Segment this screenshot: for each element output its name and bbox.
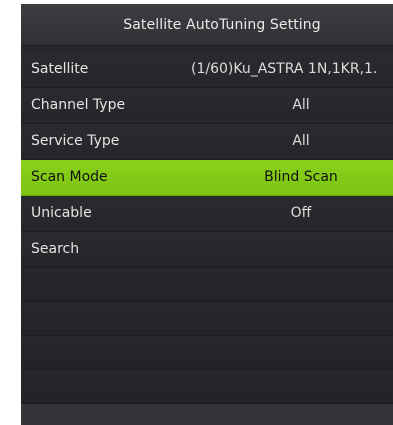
menu-item-label: Satellite bbox=[31, 61, 89, 77]
menu-item-label: Unicable bbox=[31, 205, 92, 221]
empty-row bbox=[21, 268, 393, 302]
channel-type-value: All bbox=[292, 97, 310, 113]
empty-row bbox=[21, 302, 393, 336]
settings-menu: Satellite (1/60)Ku_ASTRA 1N,1KR,1. Chann… bbox=[21, 52, 393, 404]
menu-item-channel-type[interactable]: Channel Type All bbox=[21, 88, 393, 124]
page-title: Satellite AutoTuning Setting bbox=[123, 16, 321, 33]
menu-item-scan-mode[interactable]: Scan Mode Blind Scan bbox=[21, 160, 393, 196]
menu-item-label: Service Type bbox=[31, 133, 120, 149]
service-type-value: All bbox=[292, 133, 310, 149]
title-bar: Satellite AutoTuning Setting bbox=[21, 4, 393, 46]
menu-item-unicable[interactable]: Unicable Off bbox=[21, 196, 393, 232]
menu-item-label: Search bbox=[31, 241, 80, 257]
tv-screen: Satellite AutoTuning Setting Satellite (… bbox=[21, 4, 393, 425]
tv-frame: Satellite AutoTuning Setting Satellite (… bbox=[0, 0, 393, 425]
empty-row bbox=[21, 336, 393, 370]
menu-item-label: Scan Mode bbox=[31, 169, 108, 185]
menu-item-search[interactable]: Search bbox=[21, 232, 393, 268]
satellite-value: (1/60)Ku_ASTRA 1N,1KR,1. bbox=[191, 61, 378, 77]
unicable-value: Off bbox=[290, 205, 312, 221]
menu-item-label: Channel Type bbox=[31, 97, 126, 113]
menu-item-satellite[interactable]: Satellite (1/60)Ku_ASTRA 1N,1KR,1. bbox=[21, 52, 393, 88]
empty-row bbox=[21, 370, 393, 404]
bottom-bar bbox=[21, 404, 393, 425]
scan-mode-value: Blind Scan bbox=[264, 169, 338, 185]
menu-item-service-type[interactable]: Service Type All bbox=[21, 124, 393, 160]
